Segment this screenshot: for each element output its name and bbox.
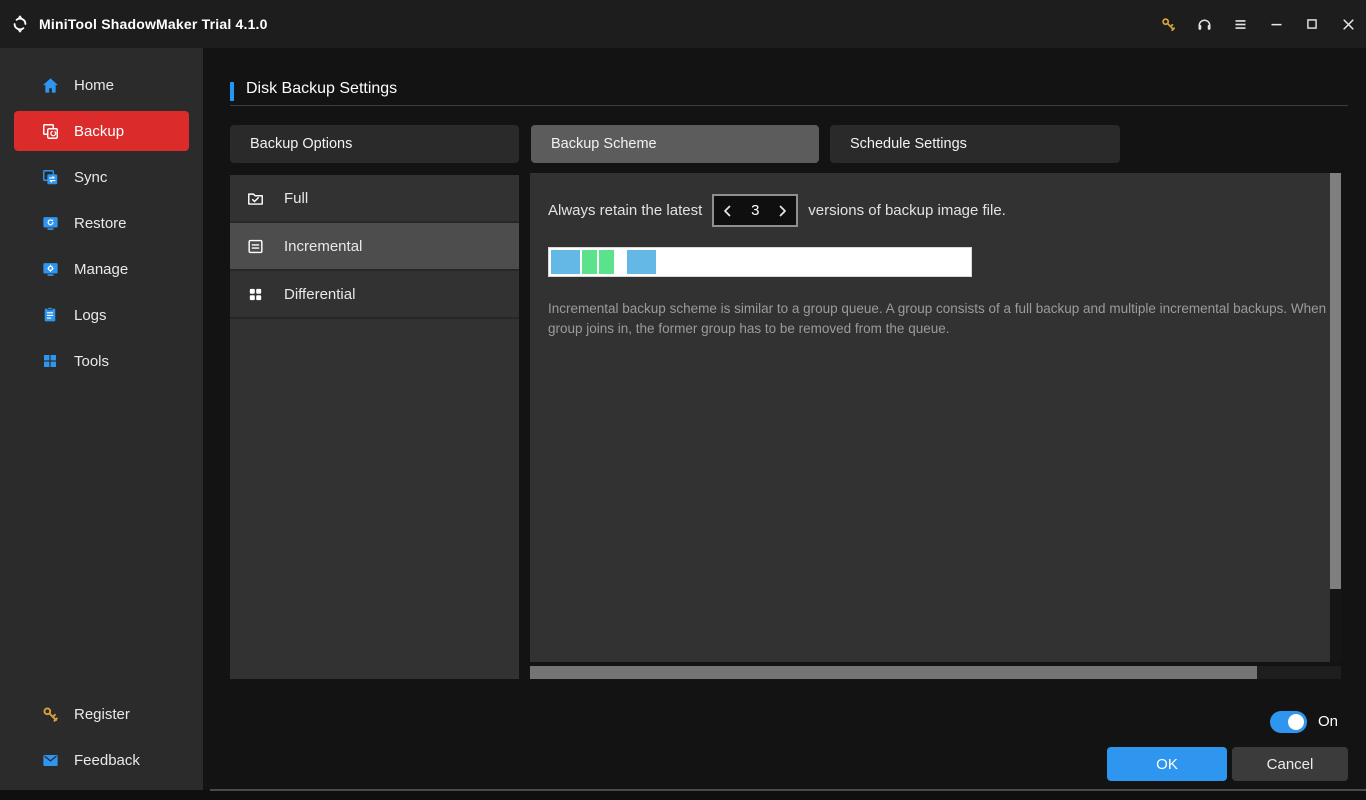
page-title-accent-bar: [230, 82, 234, 101]
sidebar-nav: Home Backup Sync Restore Manage Logs Too…: [0, 48, 203, 384]
scheme-item-label: Full: [284, 189, 309, 207]
version-count-stepper: 3: [712, 194, 799, 227]
tab-label: Schedule Settings: [850, 136, 967, 152]
horizontal-scrollbar: [530, 666, 1341, 679]
vertical-scrollbar: [1330, 173, 1341, 662]
scheme-item-label: Differential: [284, 285, 356, 303]
sidebar-item-sync[interactable]: Sync: [0, 154, 203, 200]
header-divider: [230, 105, 1348, 106]
app-window: MiniTool ShadowMaker Trial 4.1.0 Home Ba…: [0, 0, 1366, 800]
minimize-icon[interactable]: [1258, 0, 1294, 48]
sidebar-item-feedback[interactable]: Feedback: [0, 737, 203, 783]
scheme-type-list: Full Incremental Differential: [230, 175, 519, 679]
sidebar-item-label: Register: [74, 705, 130, 723]
scheme-item-label: Incremental: [284, 237, 363, 255]
license-key-icon[interactable]: [1150, 0, 1186, 48]
sidebar-item-label: Logs: [74, 306, 107, 324]
key-icon: [40, 704, 60, 724]
support-headset-icon[interactable]: [1186, 0, 1222, 48]
maximize-icon[interactable]: [1294, 0, 1330, 48]
sidebar-item-home[interactable]: Home: [0, 62, 203, 108]
full-backup-icon: [246, 189, 265, 208]
mail-icon: [40, 750, 60, 770]
scheme-description-line1: Incremental backup scheme is similar to …: [548, 301, 1330, 316]
vertical-scrollbar-thumb[interactable]: [1330, 173, 1341, 589]
retain-setting-row: Always retain the latest 3 versions of b…: [548, 194, 1006, 227]
app-logo-icon: [9, 13, 31, 35]
scheme-description-line2: group joins in, the former group has to …: [548, 321, 950, 336]
sidebar-item-manage[interactable]: Manage: [0, 246, 203, 292]
tab-backup-scheme[interactable]: Backup Scheme: [531, 125, 819, 163]
retain-prefix-text: Always retain the latest: [548, 202, 703, 219]
horizontal-scrollbar-thumb[interactable]: [530, 666, 1257, 679]
tab-backup-options[interactable]: Backup Options: [230, 125, 519, 163]
sidebar-item-register[interactable]: Register: [0, 691, 203, 737]
tab-label: Backup Options: [250, 136, 353, 152]
version-count-value: 3: [751, 202, 760, 219]
menu-icon[interactable]: [1222, 0, 1258, 48]
window-title: MiniTool ShadowMaker Trial 4.1.0: [39, 16, 268, 32]
scheme-item-incremental[interactable]: Incremental: [230, 223, 519, 271]
sidebar-item-restore[interactable]: Restore: [0, 200, 203, 246]
sync-icon: [40, 167, 60, 187]
window-controls: [1150, 0, 1366, 48]
title-bar: MiniTool ShadowMaker Trial 4.1.0: [0, 0, 1366, 48]
ok-button[interactable]: OK: [1107, 747, 1227, 781]
manage-icon: [40, 259, 60, 279]
incremental-backup-block: [599, 250, 614, 274]
sidebar-item-tools[interactable]: Tools: [0, 338, 203, 384]
sidebar-item-label: Backup: [74, 122, 125, 140]
scheme-toggle-label: On: [1318, 713, 1339, 730]
sidebar-item-backup[interactable]: Backup: [14, 111, 189, 151]
tools-icon: [40, 351, 60, 371]
sidebar-item-label: Manage: [74, 260, 129, 278]
logs-icon: [40, 305, 60, 325]
home-icon: [40, 75, 60, 95]
sidebar-item-label: Feedback: [74, 751, 140, 769]
sidebar: Home Backup Sync Restore Manage Logs Too…: [0, 48, 203, 790]
sidebar-item-label: Restore: [74, 214, 127, 232]
sidebar-item-label: Home: [74, 76, 115, 94]
backup-queue-bar: [548, 247, 972, 277]
window-bottom-line: [210, 789, 1366, 791]
cancel-button-label: Cancel: [1266, 755, 1314, 773]
scheme-toggle-knob: [1288, 714, 1304, 730]
tab-label: Backup Scheme: [551, 136, 657, 152]
scheme-description: Incremental backup scheme is similar to …: [548, 299, 1330, 339]
close-icon[interactable]: [1330, 0, 1366, 48]
scheme-detail-panel: Always retain the latest 3 versions of b…: [530, 173, 1330, 662]
incremental-backup-block: [582, 250, 597, 274]
differential-backup-icon: [246, 285, 265, 304]
backup-icon: [40, 121, 60, 141]
scheme-toggle[interactable]: [1270, 711, 1307, 733]
increase-button[interactable]: [770, 196, 796, 225]
scheme-item-differential[interactable]: Differential: [230, 271, 519, 319]
tab-schedule-settings[interactable]: Schedule Settings: [830, 125, 1120, 163]
sidebar-item-label: Sync: [74, 168, 108, 186]
full-backup-block: [551, 250, 580, 274]
retain-suffix-text: versions of backup image file.: [808, 202, 1006, 219]
restore-icon: [40, 213, 60, 233]
sidebar-bottom: Register Feedback: [0, 691, 203, 783]
page-title: Disk Backup Settings: [246, 80, 398, 97]
decrease-button[interactable]: [714, 196, 740, 225]
ok-button-label: OK: [1156, 755, 1178, 773]
cancel-button[interactable]: Cancel: [1232, 747, 1348, 781]
sidebar-item-label: Tools: [74, 352, 110, 370]
scheme-item-full[interactable]: Full: [230, 175, 519, 223]
sidebar-item-logs[interactable]: Logs: [0, 292, 203, 338]
bar-gap: [616, 250, 625, 274]
incremental-backup-icon: [246, 237, 265, 256]
full-backup-block: [627, 250, 656, 274]
window-bottom-strip: [0, 790, 1366, 800]
